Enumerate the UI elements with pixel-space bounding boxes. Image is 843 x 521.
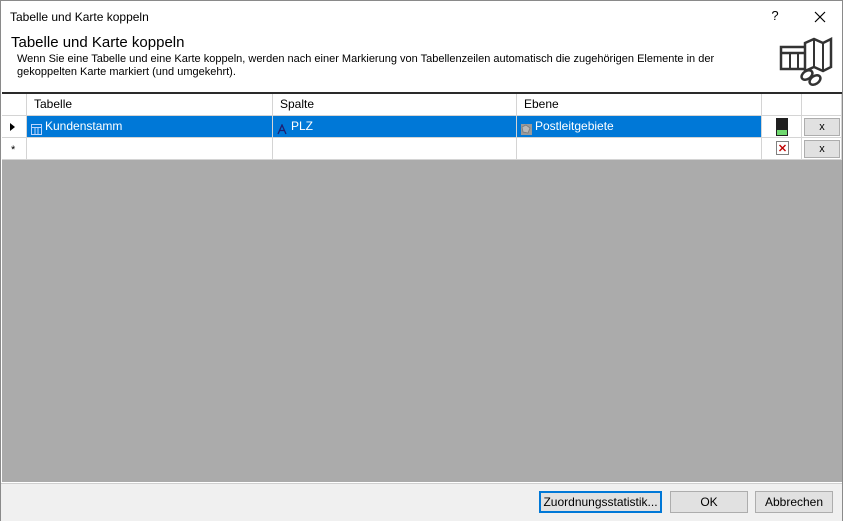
cell-tabelle-text: Kundenstamm xyxy=(45,119,123,133)
column-header-color xyxy=(762,94,802,116)
column-header-tabelle[interactable]: Tabelle xyxy=(27,94,273,116)
dialog-footer: Zuordnungsstatistik... OK Abbrechen xyxy=(1,483,842,521)
cell-delete: x xyxy=(802,116,842,138)
cell-spalte[interactable]: PLZ xyxy=(273,116,517,138)
close-button[interactable] xyxy=(807,5,833,27)
table-row-new[interactable]: * x xyxy=(2,138,842,160)
cell-tabelle[interactable] xyxy=(27,138,273,160)
cell-spalte-text: PLZ xyxy=(291,119,314,133)
table-icon xyxy=(31,121,42,137)
header-description: Wenn Sie eine Tabelle und eine Karte kop… xyxy=(17,53,715,78)
column-header-delete xyxy=(802,94,842,116)
ok-button[interactable]: OK xyxy=(670,491,748,513)
color-swatch[interactable] xyxy=(776,118,788,136)
cell-delete: x xyxy=(802,138,842,160)
statistics-button[interactable]: Zuordnungsstatistik... xyxy=(539,491,662,513)
help-button[interactable]: ? xyxy=(763,5,787,27)
header-title: Tabelle und Karte koppeln xyxy=(11,34,185,51)
cell-ebene-text: Postleitgebiete xyxy=(535,119,614,133)
column-header-ebene[interactable]: Ebene xyxy=(517,94,762,116)
window-title: Tabelle und Karte koppeln xyxy=(10,10,149,24)
grid-corner-cell xyxy=(2,94,27,116)
new-row-marker: * xyxy=(11,144,16,156)
cell-color[interactable] xyxy=(762,116,802,138)
cell-spalte[interactable] xyxy=(273,138,517,160)
cell-tabelle[interactable]: Kundenstamm xyxy=(27,116,273,138)
dialog-window: Tabelle und Karte koppeln ? Tabelle und … xyxy=(0,0,843,521)
cancel-button[interactable]: Abbrechen xyxy=(755,491,833,513)
link-grid: Tabelle Spalte Ebene Kundenstamm PLZ Pos… xyxy=(2,92,842,482)
delete-row-button[interactable]: x xyxy=(804,140,840,158)
title-bar: Tabelle und Karte koppeln ? xyxy=(1,1,842,31)
delete-row-button[interactable]: x xyxy=(804,118,840,136)
grid-header-row: Tabelle Spalte Ebene xyxy=(2,94,842,116)
table-row[interactable]: Kundenstamm PLZ Postleitgebiete x xyxy=(2,116,842,138)
table-map-link-icon xyxy=(777,33,833,87)
color-swatch-accent xyxy=(777,130,787,135)
text-column-icon xyxy=(277,121,287,137)
cell-ebene[interactable]: Postleitgebiete xyxy=(517,116,762,138)
column-header-spalte[interactable]: Spalte xyxy=(273,94,517,116)
cell-color[interactable] xyxy=(762,138,802,160)
cell-ebene[interactable] xyxy=(517,138,762,160)
empty-color-icon[interactable] xyxy=(776,141,789,155)
row-selector[interactable] xyxy=(2,116,27,138)
dialog-header: Tabelle und Karte koppeln Wenn Sie eine … xyxy=(1,31,842,91)
close-icon xyxy=(814,11,826,23)
map-layer-icon xyxy=(521,121,532,137)
current-row-arrow-icon xyxy=(10,123,15,131)
row-selector[interactable]: * xyxy=(2,138,27,160)
